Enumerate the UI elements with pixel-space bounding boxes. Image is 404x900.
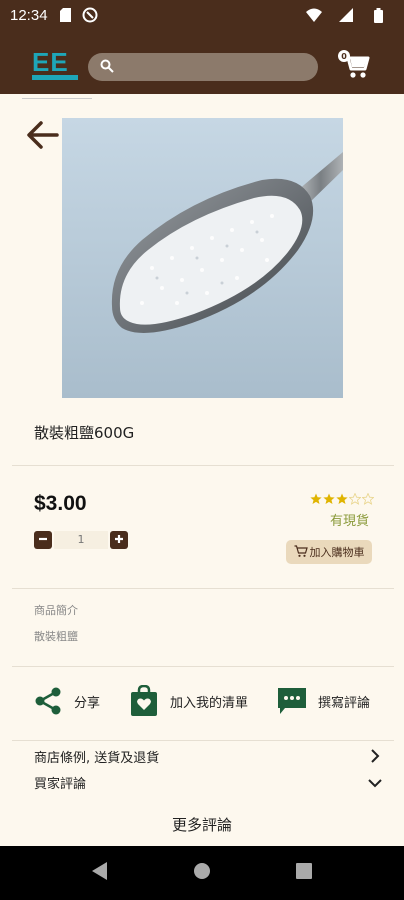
arrow-left-icon (26, 121, 60, 156)
cart-button[interactable]: 0 (338, 48, 370, 80)
battery-icon (370, 7, 386, 23)
star-filled-icon (336, 490, 348, 504)
star-empty-icon (361, 490, 375, 505)
increase-quantity-button[interactable] (110, 531, 128, 549)
add-to-wishlist-button[interactable]: 加入我的清單 (128, 685, 248, 717)
divider (12, 740, 394, 741)
buyer-reviews-row[interactable]: 買家評論 (34, 773, 86, 792)
product-intro-label: 商品簡介 (34, 604, 78, 617)
product-title: 散裝粗鹽600G (34, 424, 135, 442)
logo-text: EE (32, 47, 69, 77)
write-review-label: 撰寫評論 (318, 695, 371, 711)
nav-home-icon (193, 862, 211, 884)
cart-count-badge: 0 (338, 50, 350, 62)
quantity-field[interactable]: 1 (54, 531, 108, 549)
wifi-icon (306, 7, 322, 23)
quantity-stepper: 1 (34, 531, 128, 549)
minus-icon (38, 533, 48, 547)
header-divider (22, 98, 92, 99)
nav-recents-button[interactable] (294, 863, 314, 883)
signal-icon (338, 7, 354, 23)
star-empty-icon (348, 490, 362, 505)
chevron-down-icon[interactable] (368, 775, 382, 789)
shopping-cart-icon (340, 52, 370, 84)
store-logo[interactable]: EE (32, 47, 80, 86)
comment-icon (276, 685, 308, 717)
data-saver-icon (82, 7, 98, 23)
system-nav-bar (0, 846, 404, 900)
wishlist-label: 加入我的清單 (170, 695, 249, 711)
star-filled-icon (310, 490, 322, 504)
divider (12, 465, 394, 466)
divider (12, 588, 394, 589)
search-icon (100, 58, 114, 77)
share-icon (32, 685, 64, 717)
star-filled-icon (323, 490, 335, 504)
cart-small-icon (294, 544, 308, 561)
share-button[interactable]: 分享 (32, 685, 100, 717)
decrease-quantity-button[interactable] (34, 531, 52, 549)
nav-home-button[interactable] (192, 863, 212, 883)
product-image[interactable] (62, 118, 343, 398)
add-to-cart-button[interactable]: 加入購物車 (286, 540, 372, 564)
app-header: EE 0 (0, 30, 404, 94)
nav-back-icon (92, 862, 108, 884)
search-input[interactable] (120, 59, 310, 75)
sd-card-icon (58, 7, 74, 23)
nav-recents-icon (296, 863, 312, 883)
store-policy-row[interactable]: 商店條例, 送貨及退貨 (34, 747, 159, 766)
divider (12, 666, 394, 667)
search-bar[interactable] (88, 53, 318, 81)
shopping-bag-heart-icon (128, 685, 160, 717)
share-label: 分享 (74, 695, 101, 711)
chevron-right-icon[interactable] (368, 748, 382, 763)
product-price: $3.00 (34, 492, 87, 515)
status-bar: 12:34 (0, 0, 404, 30)
plus-icon (114, 533, 124, 547)
product-rating (310, 490, 375, 505)
back-button[interactable] (26, 118, 60, 152)
more-reviews-button[interactable]: 更多評論 (0, 814, 404, 835)
product-intro-text: 散裝粗鹽 (34, 630, 78, 643)
add-to-cart-label: 加入購物車 (309, 546, 365, 559)
stock-status: 有現貨 (330, 514, 370, 529)
nav-back-button[interactable] (90, 862, 110, 884)
write-review-button[interactable]: 撰寫評論 (276, 685, 370, 717)
status-time: 12:34 (10, 6, 48, 24)
